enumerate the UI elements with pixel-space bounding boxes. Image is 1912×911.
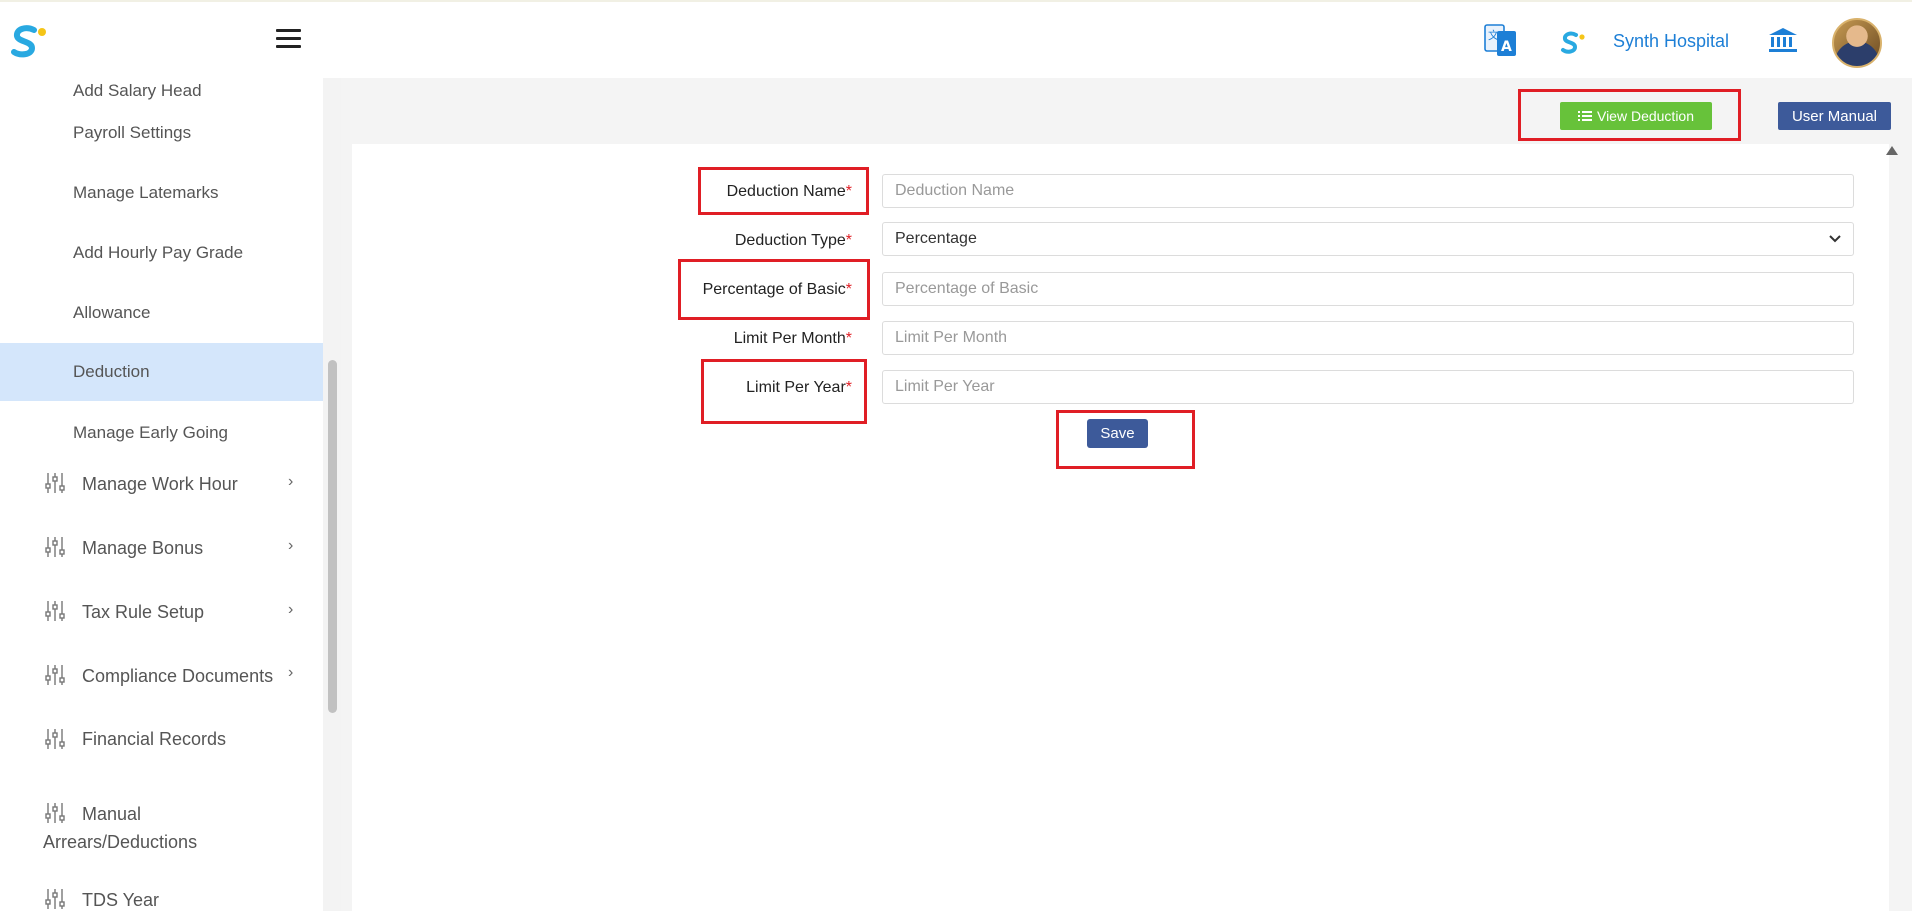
sidebar-group-compliance-documents[interactable]: Compliance Documents › xyxy=(0,664,323,704)
percentage-of-basic-input[interactable] xyxy=(882,272,1854,306)
view-deduction-label: View Deduction xyxy=(1596,108,1695,124)
sidebar-item-deduction[interactable]: Deduction xyxy=(0,343,323,401)
sidebar-group-label: Financial Records xyxy=(82,729,227,749)
sidebar-group-manual-arrears-deductions[interactable]: Manual Arrears/Deductions xyxy=(0,802,323,862)
required-mark: * xyxy=(845,183,852,200)
sidebar-item-label: Allowance xyxy=(73,303,151,322)
limit-per-month-label: Limit Per Month* xyxy=(632,330,852,348)
sidebar-group-manage-bonus[interactable]: Manage Bonus › xyxy=(0,536,323,576)
sidebar-group-manage-work-hour[interactable]: Manage Work Hour › xyxy=(0,472,323,512)
translate-icon[interactable]: 文 A xyxy=(1484,22,1518,58)
sidebar: Add Salary Head Payroll Settings Manage … xyxy=(0,78,323,911)
deduction-type-value: Percentage xyxy=(895,230,977,247)
limit-per-year-input[interactable] xyxy=(882,370,1854,404)
sidebar-item-manage-latemarks[interactable]: Manage Latemarks xyxy=(0,164,323,222)
label-text: Percentage of Basic xyxy=(702,281,846,298)
chevron-right-icon: › xyxy=(288,664,294,681)
synth-logo-icon[interactable] xyxy=(8,24,48,60)
sliders-icon xyxy=(45,729,65,749)
sidebar-item-label: Add Salary Head xyxy=(73,81,202,100)
sidebar-group-label: Manage Bonus xyxy=(82,538,204,558)
sidebar-item-manage-early-going[interactable]: Manage Early Going xyxy=(0,404,323,462)
required-mark: * xyxy=(845,232,852,249)
limit-per-year-label: Limit Per Year* xyxy=(632,379,852,397)
sidebar-group-tax-rule-setup[interactable]: Tax Rule Setup › xyxy=(0,600,323,640)
sidebar-item-allowance[interactable]: Allowance xyxy=(0,284,323,342)
sliders-icon xyxy=(45,601,65,621)
form-card xyxy=(352,144,1889,911)
deduction-name-label: Deduction Name* xyxy=(632,183,852,201)
required-mark: * xyxy=(845,281,852,298)
sidebar-item-label: Manage Latemarks xyxy=(73,183,219,202)
list-icon xyxy=(1577,111,1592,121)
sliders-icon xyxy=(45,473,65,493)
user-avatar[interactable] xyxy=(1832,18,1882,68)
hospital-logo-icon xyxy=(1561,31,1585,54)
label-text: Deduction Type xyxy=(734,232,846,249)
sidebar-item-label: Deduction xyxy=(73,362,150,381)
percentage-of-basic-label: Percentage of Basic* xyxy=(632,281,852,299)
required-mark: * xyxy=(845,330,852,347)
required-mark: * xyxy=(845,379,852,396)
label-text: Deduction Name xyxy=(726,183,846,200)
chevron-right-icon: › xyxy=(288,601,294,618)
hospital-name[interactable]: Synth Hospital xyxy=(1613,31,1729,52)
sidebar-group-label: Compliance Documents xyxy=(82,666,274,686)
sidebar-group-label-line1: Manual xyxy=(82,804,142,824)
top-bar: 文 A Synth Hospital xyxy=(0,0,1912,78)
sliders-icon xyxy=(45,537,65,557)
sidebar-item-label: Add Hourly Pay Grade xyxy=(73,243,244,262)
sidebar-item-label: Payroll Settings xyxy=(73,123,192,142)
deduction-name-input[interactable] xyxy=(882,174,1854,208)
save-button[interactable]: Save xyxy=(1087,419,1148,448)
chevron-down-icon xyxy=(1829,235,1841,243)
view-deduction-button[interactable]: View Deduction xyxy=(1560,102,1712,130)
bank-icon[interactable] xyxy=(1768,27,1798,53)
limit-per-month-input[interactable] xyxy=(882,321,1854,355)
sidebar-group-tds-year[interactable]: TDS Year xyxy=(0,888,323,911)
svg-text:文: 文 xyxy=(1488,28,1499,42)
svg-text:A: A xyxy=(1501,39,1512,55)
scroll-up-arrow-icon[interactable] xyxy=(1886,146,1898,155)
user-manual-button[interactable]: User Manual xyxy=(1778,102,1891,130)
sidebar-scrollbar-thumb[interactable] xyxy=(328,360,337,713)
sidebar-group-label-line2: Arrears/Deductions xyxy=(43,832,198,852)
sidebar-item-label: Manage Early Going xyxy=(73,423,228,442)
chevron-right-icon: › xyxy=(288,473,294,490)
sidebar-item-add-hourly-pay-grade[interactable]: Add Hourly Pay Grade xyxy=(0,224,323,282)
sliders-icon xyxy=(45,803,65,823)
deduction-type-select[interactable]: Percentage xyxy=(882,222,1854,256)
deduction-type-label: Deduction Type* xyxy=(632,232,852,250)
sidebar-group-label: Manage Work Hour xyxy=(82,474,238,494)
sidebar-item-payroll-settings[interactable]: Payroll Settings xyxy=(0,104,323,162)
chevron-right-icon: › xyxy=(288,537,294,554)
sidebar-group-label: Tax Rule Setup xyxy=(82,602,205,622)
sidebar-group-financial-records[interactable]: Financial Records xyxy=(0,728,323,768)
sliders-icon xyxy=(45,889,65,909)
label-text: Limit Per Month xyxy=(733,330,846,347)
hamburger-menu-icon[interactable] xyxy=(276,29,301,51)
sidebar-group-label: TDS Year xyxy=(82,890,160,910)
label-text: Limit Per Year xyxy=(746,379,846,396)
sliders-icon xyxy=(45,665,65,685)
